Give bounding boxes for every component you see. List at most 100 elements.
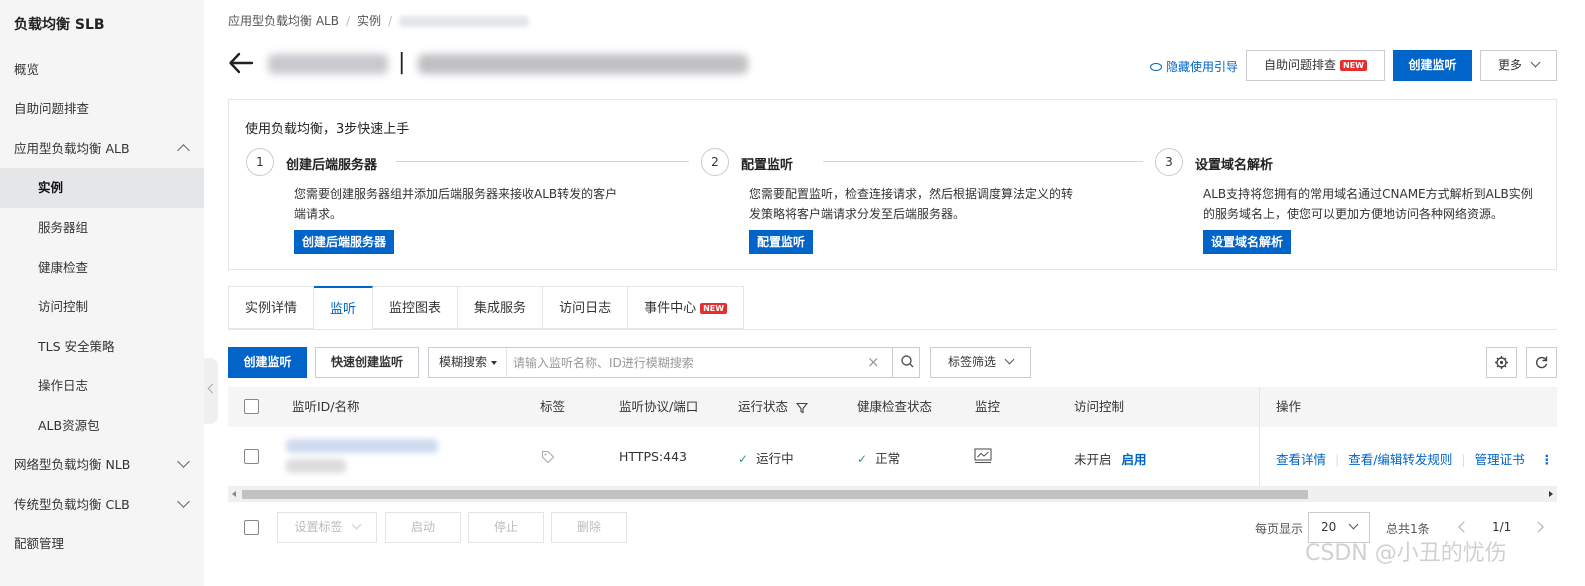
step-name: 配置监听	[741, 158, 794, 173]
run-status: ✓ 运行中	[738, 448, 794, 467]
set-dns-button[interactable]: 设置域名解析	[1203, 230, 1292, 254]
column-protocol-port: 监听协议/端口	[619, 399, 699, 414]
chevron-down-icon	[1004, 354, 1015, 365]
sidebar-item-label: 网络型负载均衡 NLB	[14, 457, 131, 472]
set-tags-button[interactable]: 设置标签	[277, 512, 377, 543]
clear-icon[interactable]: ×	[867, 354, 880, 370]
hide-guide-link[interactable]: 隐藏使用引导	[1150, 58, 1238, 75]
sidebar-item-instances[interactable]: 实例	[0, 168, 204, 208]
eye-icon	[1150, 62, 1162, 71]
search-button[interactable]	[892, 347, 921, 378]
row-actions: 查看详情 | 查看/编辑转发规则 | 管理证书 ⋮	[1276, 449, 1553, 468]
refresh-button[interactable]	[1526, 347, 1557, 378]
tab-access-logs[interactable]: 访问日志	[543, 286, 629, 329]
table-header: 监听ID/名称 标签 监听协议/端口 运行状态 健康检查状态 监控 访问控制 操…	[228, 387, 1557, 427]
tag-icon[interactable]	[541, 450, 555, 464]
troubleshoot-button[interactable]: 自助问题排查 NEW	[1246, 50, 1385, 81]
instance-name-redacted	[268, 54, 388, 74]
instance-tabs: 实例详情 监听 监控图表 集成服务 访问日志 事件中心 NEW	[228, 286, 745, 329]
sidebar-item-server-groups[interactable]: 服务器组	[0, 208, 204, 248]
sidebar-item-quota[interactable]: 配额管理	[0, 524, 204, 564]
sidebar-item-overview[interactable]: 概览	[0, 50, 204, 90]
run-status-text: 运行中	[756, 451, 794, 466]
access-control-status: 未开启	[1074, 452, 1112, 467]
quick-create-listener-button[interactable]: 快速创建监听	[315, 347, 419, 378]
create-backend-server-button[interactable]: 创建后端服务器	[294, 230, 395, 254]
enable-access-control-link[interactable]: 启用	[1122, 452, 1147, 467]
scrollbar-thumb[interactable]	[242, 490, 1308, 499]
health-status: ✓ 正常	[857, 448, 900, 467]
step-connector	[396, 161, 689, 162]
search-input[interactable]	[513, 349, 863, 376]
edit-forwarding-rules-link[interactable]: 查看/编辑转发规则	[1348, 452, 1452, 467]
step-description: ALB支持将您拥有的常用域名通过CNAME方式解析到ALB实例的服务域名上，使您…	[1203, 187, 1533, 221]
horizontal-scrollbar[interactable]	[228, 487, 1557, 502]
chevron-down-icon	[351, 519, 361, 530]
sidebar-item-clb[interactable]: 传统型负载均衡 CLB	[0, 485, 204, 525]
breadcrumb-alb[interactable]: 应用型负载均衡 ALB	[228, 14, 339, 28]
scroll-right-icon[interactable]	[1549, 491, 1553, 497]
step-connector	[823, 161, 1143, 162]
select-all-checkbox[interactable]	[244, 399, 259, 414]
troubleshoot-label: 自助问题排查	[1264, 58, 1337, 72]
tabs-divider	[228, 329, 1557, 330]
tab-event-center[interactable]: 事件中心 NEW	[628, 286, 745, 329]
sidebar-item-troubleshoot[interactable]: 自助问题排查	[0, 89, 204, 129]
column-label: 运行状态	[738, 399, 789, 414]
delete-button[interactable]: 删除	[551, 512, 627, 543]
more-button[interactable]: 更多	[1480, 50, 1557, 81]
tab-listeners[interactable]: 监听	[314, 286, 374, 329]
hide-guide-label: 隐藏使用引导	[1166, 60, 1239, 74]
column-actions: 操作	[1276, 399, 1302, 414]
column-listener-id: 监听ID/名称	[292, 399, 360, 414]
chevron-left-icon	[207, 383, 218, 394]
sidebar-item-tls-policy[interactable]: TLS 安全策略	[0, 327, 204, 367]
health-status-text: 正常	[875, 451, 901, 466]
sidebar-collapse-handle[interactable]	[204, 358, 218, 424]
footer-select-all-checkbox[interactable]	[244, 520, 259, 535]
back-arrow-icon[interactable]	[228, 50, 254, 76]
page-indicator: 1/1	[1492, 520, 1512, 534]
next-page-icon[interactable]	[1532, 521, 1544, 533]
chevron-up-icon	[177, 144, 190, 157]
sidebar-item-resource-package[interactable]: ALB资源包	[0, 406, 204, 446]
search-type-label: 模糊搜索	[439, 355, 488, 369]
stop-button[interactable]: 停止	[468, 512, 544, 543]
manage-certificates-link[interactable]: 管理证书	[1475, 452, 1525, 467]
tab-instance-details[interactable]: 实例详情	[228, 286, 315, 329]
row-checkbox[interactable]	[244, 449, 259, 464]
create-listener-header-button[interactable]: 创建监听	[1393, 50, 1472, 81]
chevron-down-icon	[177, 495, 190, 508]
sidebar-item-label: 传统型负载均衡 CLB	[14, 497, 130, 512]
chevron-down-icon	[1348, 519, 1359, 530]
start-button[interactable]: 启动	[385, 512, 461, 543]
search-type-select[interactable]: 模糊搜索	[429, 348, 507, 377]
settings-button[interactable]	[1486, 347, 1517, 378]
breadcrumb-separator: /	[345, 14, 350, 28]
quick-start-title: 使用负载均衡，3步快速上手	[245, 122, 410, 137]
scroll-left-icon[interactable]	[232, 491, 236, 497]
sidebar-item-nlb[interactable]: 网络型负载均衡 NLB	[0, 445, 204, 485]
configure-listener-button[interactable]: 配置监听	[749, 230, 814, 254]
prev-page-icon[interactable]	[1458, 521, 1470, 533]
view-details-link[interactable]: 查看详情	[1276, 452, 1326, 467]
more-actions-icon[interactable]: ⋮	[1541, 452, 1554, 467]
tab-monitoring-charts[interactable]: 监控图表	[373, 286, 459, 329]
sidebar-item-label: 应用型负载均衡 ALB	[14, 141, 130, 156]
column-tags: 标签	[540, 399, 566, 414]
tag-filter-button[interactable]: 标签筛选	[930, 347, 1031, 378]
tab-integrated-services[interactable]: 集成服务	[458, 286, 544, 329]
monitor-chart-icon[interactable]	[974, 448, 992, 464]
caret-down-icon	[491, 360, 498, 365]
column-monitoring: 监控	[975, 399, 1001, 414]
sidebar-item-access-control[interactable]: 访问控制	[0, 287, 204, 327]
sidebar-item-operation-log[interactable]: 操作日志	[0, 366, 204, 406]
create-listener-button[interactable]: 创建监听	[228, 347, 307, 378]
title-separator: |	[398, 50, 406, 75]
sidebar-item-alb[interactable]: 应用型负载均衡 ALB	[0, 129, 204, 169]
sidebar-item-health-check[interactable]: 健康检查	[0, 248, 204, 288]
breadcrumb: 应用型负载均衡 ALB / 实例 /	[228, 12, 530, 29]
column-run-status[interactable]: 运行状态	[738, 387, 809, 427]
filter-icon[interactable]	[795, 402, 809, 414]
breadcrumb-instances[interactable]: 实例	[357, 14, 381, 28]
